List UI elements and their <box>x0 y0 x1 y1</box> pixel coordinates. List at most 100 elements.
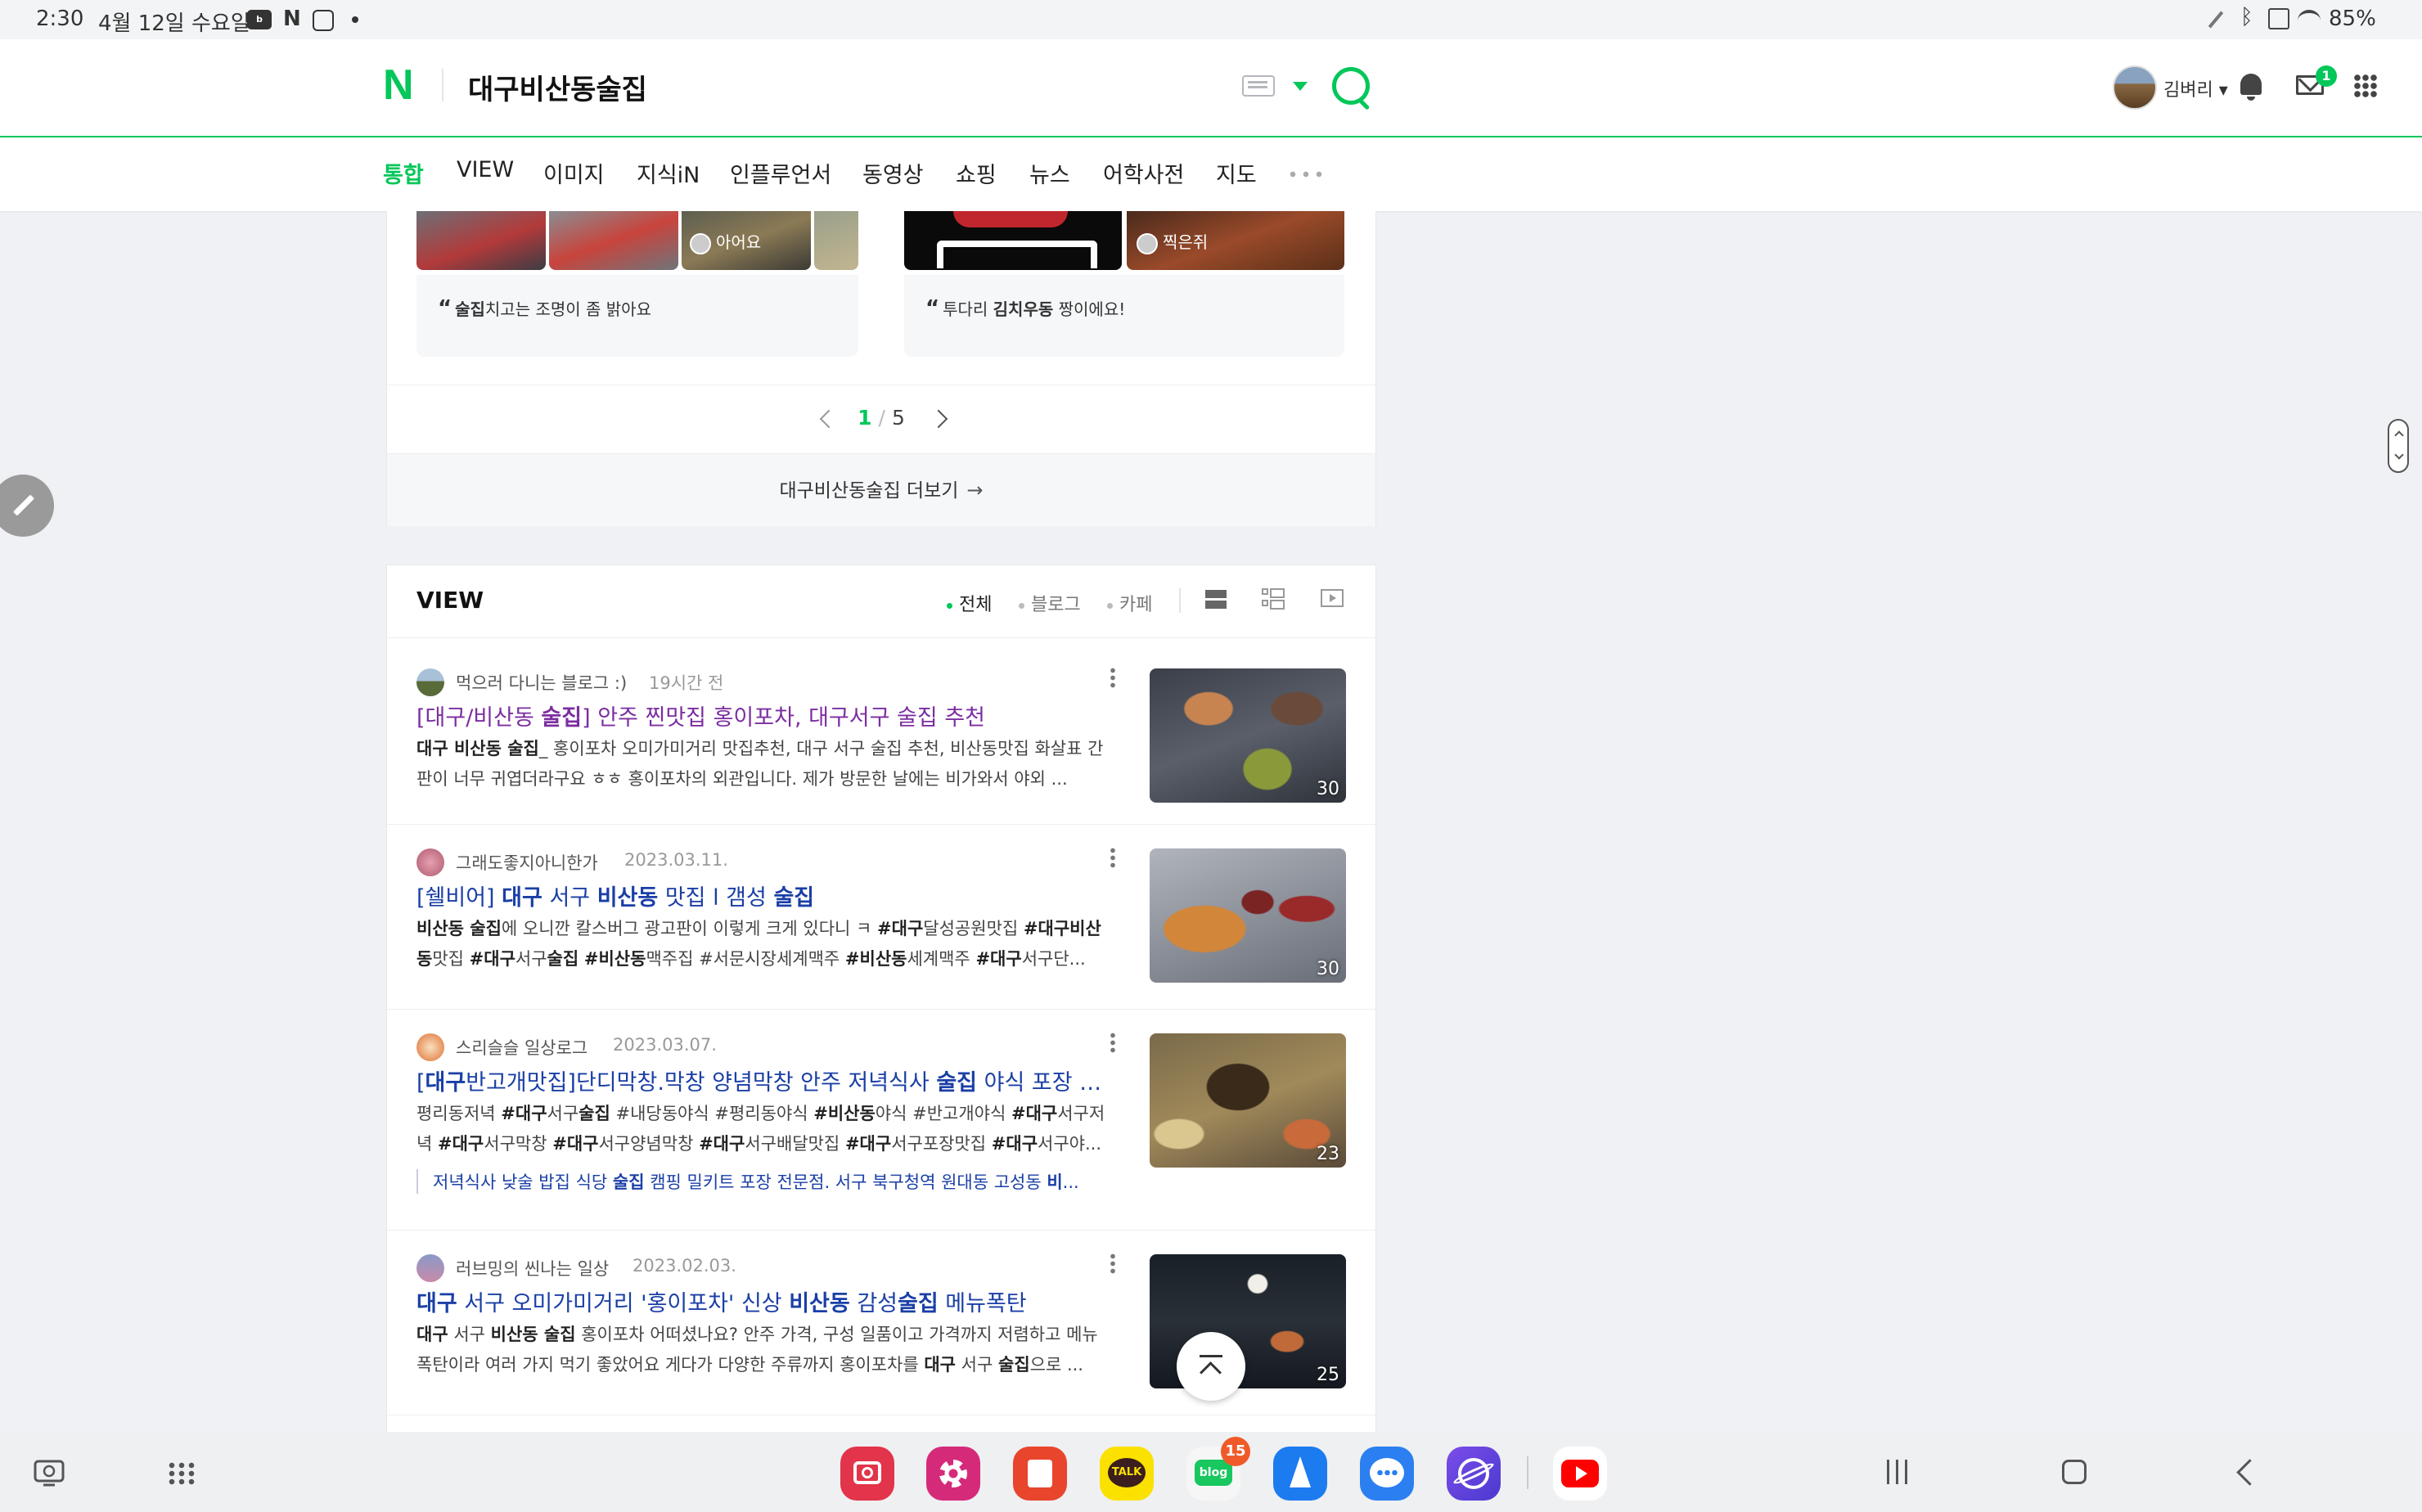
image-count: 25 <box>1317 1365 1339 1385</box>
post-author[interactable]: 러브밍의 씬나는 일상 <box>456 1256 609 1280</box>
internet-app-icon[interactable] <box>1447 1447 1501 1501</box>
reviewer-label: 아어요 <box>690 229 761 254</box>
more-menu-icon[interactable] <box>1110 1253 1115 1274</box>
quote-text: 투다리 <box>943 299 993 319</box>
tab-view[interactable]: VIEW <box>457 157 514 182</box>
tab-images[interactable]: 이미지 <box>543 157 605 189</box>
app-drawer-icon[interactable] <box>167 1461 196 1486</box>
review-photo[interactable] <box>416 211 546 270</box>
keyboard-icon[interactable] <box>1242 75 1275 97</box>
post-description[interactable]: 평리동저녁 #대구서구술집 #내당동야식 #평리동야식 #비산동야식 #반고개야… <box>416 1099 1112 1159</box>
username-menu[interactable]: 김벼리 ▾ <box>2163 75 2228 101</box>
post-description[interactable]: 대구 비산동 술집_ 홍이포차 오미가미거리 맛집추천, 대구 서구 술집 추천… <box>416 734 1112 794</box>
author-avatar[interactable] <box>416 1254 444 1282</box>
post-title[interactable]: [쉘비어] 대구 서구 비산동 맛집 l 갬성 술집 <box>416 880 1104 911</box>
tab-kin[interactable]: 지식iN <box>637 157 700 189</box>
image-count: 30 <box>1317 959 1339 979</box>
reviewer-name: 찍은쥐 <box>1163 232 1209 252</box>
tab-shopping[interactable]: 쇼핑 <box>956 157 997 189</box>
tab-map[interactable]: 지도 <box>1216 157 1257 189</box>
messages-app-icon[interactable] <box>1360 1447 1414 1501</box>
post-author[interactable]: 스리슬슬 일상로그 <box>456 1035 587 1060</box>
post-thumbnail[interactable]: 30 <box>1150 848 1346 983</box>
post-title[interactable]: [대구/비산동 술집] 안주 찐맛집 홍이포차, 대구서구 술집 추천 <box>416 700 1104 731</box>
apps-grid-icon[interactable] <box>2353 74 2378 98</box>
review-photo[interactable] <box>814 211 858 270</box>
quote-text: 짱이에요! <box>1053 299 1126 319</box>
filter-label: 카페 <box>1119 595 1153 615</box>
list-view-icon[interactable] <box>1204 587 1228 611</box>
reviewer-label: 찍은쥐 <box>1137 229 1208 254</box>
post-description[interactable]: 대구 서구 비산동 술집 홍이포차 어떠셨나요? 안주 가격, 구성 일품이고 … <box>416 1320 1112 1380</box>
post-thumbnail[interactable]: 23 <box>1150 1033 1346 1168</box>
video-view-icon[interactable] <box>1320 587 1344 611</box>
avatar[interactable] <box>2113 65 2157 110</box>
filter-all[interactable]: 전체 <box>947 590 992 616</box>
battery-level: 85% <box>2329 7 2376 31</box>
divider <box>387 637 1375 638</box>
wifi-icon <box>2298 10 2321 31</box>
compact-view-icon[interactable] <box>1261 587 1285 611</box>
gallery-app-icon[interactable] <box>926 1447 980 1501</box>
review-photo[interactable] <box>904 211 1122 270</box>
blog-app-icon[interactable]: blog 15 <box>1186 1437 1250 1501</box>
review-photo[interactable]: 찍은쥐 <box>1127 211 1344 270</box>
pencil-icon[interactable] <box>0 475 54 537</box>
review-quote-left[interactable]: “술집치고는 조명이 좀 밝아요 <box>416 275 858 357</box>
navigation-app-icon[interactable] <box>1273 1447 1327 1501</box>
recent-apps-panel-icon[interactable] <box>33 1460 65 1487</box>
back-button[interactable] <box>2236 1459 2263 1486</box>
tab-video[interactable]: 동영상 <box>862 157 924 189</box>
reviewer-avatar <box>690 232 711 254</box>
home-button[interactable] <box>2062 1460 2087 1484</box>
autocomplete-toggle-icon[interactable] <box>1293 82 1308 91</box>
bell-icon[interactable] <box>2240 74 2262 101</box>
review-photo[interactable]: 아어요 <box>682 211 811 270</box>
pen-icon <box>2208 11 2224 29</box>
youtube-app-icon[interactable] <box>1553 1447 1607 1501</box>
status-date: 4월 12일 수요일 <box>98 11 250 36</box>
more-results-link[interactable]: 대구비산동술집 더보기 → <box>387 453 1375 526</box>
pager-current: 1 <box>858 406 872 430</box>
post-related-link[interactable]: 저녁식사 낮술 밥집 식당 술집 캠핑 밀키트 포장 전문점. 서구 북구청역 … <box>416 1169 1112 1194</box>
author-avatar[interactable] <box>416 668 444 696</box>
tab-news[interactable]: 뉴스 <box>1029 157 1070 189</box>
post-author[interactable]: 먹으러 다니는 블로그 :) <box>456 670 627 695</box>
scroll-to-top-button[interactable] <box>1177 1332 1245 1401</box>
filter-cafe[interactable]: 카페 <box>1107 590 1152 616</box>
more-menu-icon[interactable] <box>1110 667 1115 688</box>
more-menu-icon[interactable] <box>1110 1032 1115 1053</box>
search-input[interactable]: 대구비산동술집 <box>468 67 647 107</box>
tab-influencer[interactable]: 인플루언서 <box>730 157 831 189</box>
post-date: 2023.03.07. <box>613 1035 717 1055</box>
tab-dictionary[interactable]: 어학사전 <box>1103 157 1184 189</box>
more-results-label: 대구비산동술집 더보기 <box>779 480 959 502</box>
post-title[interactable]: 대구 서구 오미가미거리 '홍이포차' 신상 비산동 감성술집 메뉴폭탄 <box>416 1285 1104 1317</box>
author-avatar[interactable] <box>416 1033 444 1061</box>
tab-integrated[interactable]: 통합 <box>383 157 424 189</box>
more-menu-icon[interactable] <box>1110 847 1115 868</box>
post-thumbnail[interactable]: 30 <box>1150 668 1346 803</box>
filter-label: 전체 <box>959 595 993 615</box>
image-count: 30 <box>1317 779 1339 799</box>
recents-button[interactable] <box>1887 1460 1911 1484</box>
notification-badge: 15 <box>1221 1437 1250 1466</box>
filter-blog[interactable]: 블로그 <box>1019 590 1081 616</box>
dot-icon <box>352 16 358 23</box>
more-tabs-icon[interactable] <box>1286 170 1326 178</box>
post-author[interactable]: 그래도좋지아니한가 <box>456 850 598 875</box>
scroll-handle[interactable] <box>2388 419 2409 473</box>
kakaotalk-app-icon[interactable]: TALK <box>1100 1447 1154 1501</box>
notes-app-icon[interactable] <box>1013 1447 1067 1501</box>
list-item: 그래도좋지아니한가 2023.03.11. [쉘비어] 대구 서구 비산동 맛집… <box>387 824 1375 1010</box>
search-button[interactable] <box>1332 67 1370 105</box>
arrow-right-icon: → <box>966 479 984 502</box>
review-quote-right[interactable]: “투다리 김치우동 짱이에요! <box>904 275 1344 357</box>
post-description[interactable]: 비산동 술집에 오니깐 칼스버그 광고판이 이렇게 크게 있다니 ㅋ #대구달성… <box>416 914 1112 974</box>
filter-dot <box>1019 602 1024 609</box>
author-avatar[interactable] <box>416 848 444 876</box>
camera-app-icon[interactable] <box>840 1447 894 1501</box>
review-photo[interactable] <box>549 211 678 270</box>
naver-logo[interactable]: N <box>383 64 419 106</box>
post-title[interactable]: [대구반고개맛집]단디막창.막창 양념막창 안주 저녁식사 술집 야식 포장 배… <box>416 1064 1104 1096</box>
